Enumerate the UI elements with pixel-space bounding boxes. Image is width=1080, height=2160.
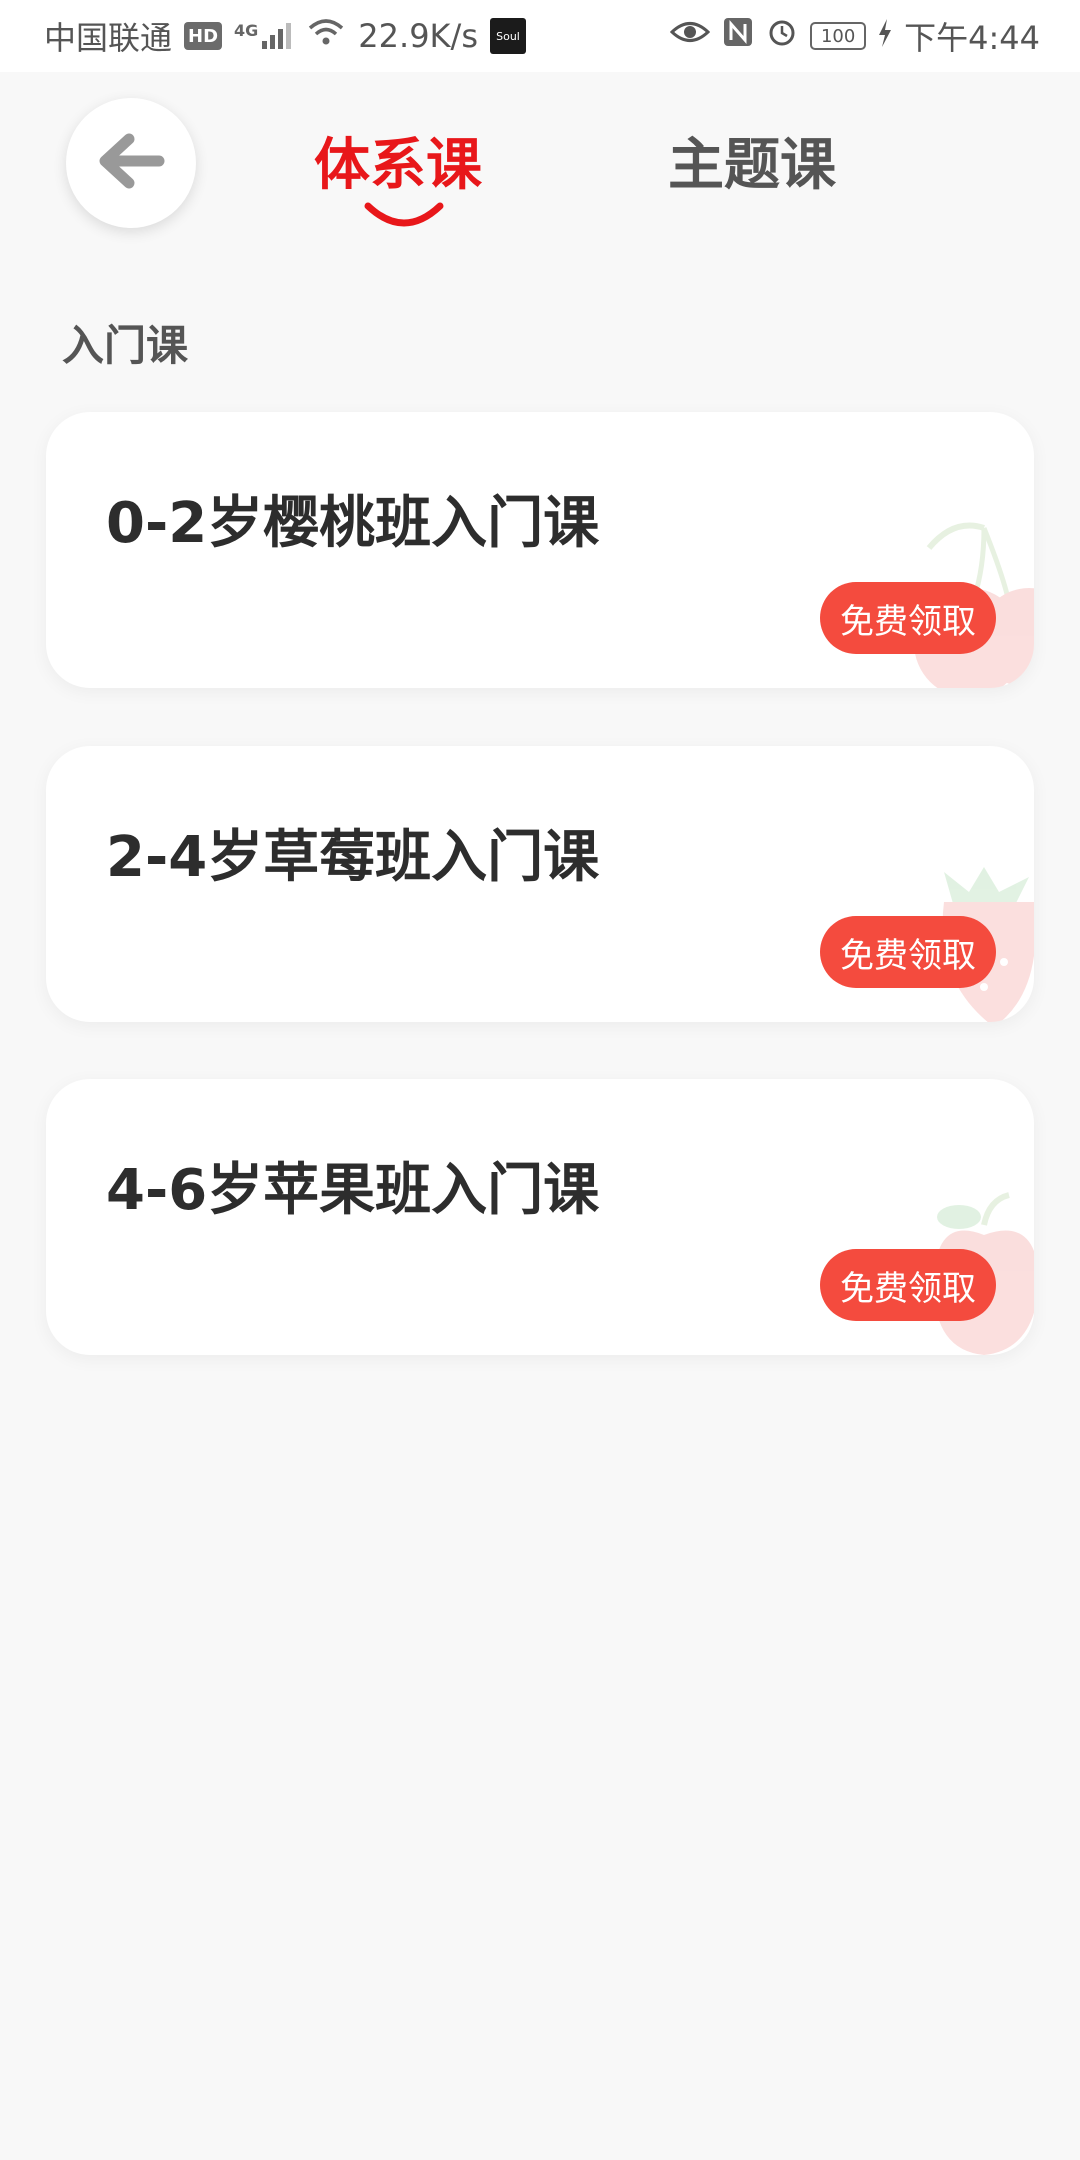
tab-active-indicator <box>364 202 444 227</box>
arrow-left-icon <box>95 131 167 195</box>
claim-free-button[interactable]: 免费领取 <box>820 1249 996 1321</box>
alarm-icon <box>766 16 798 56</box>
course-title: 2-4岁草莓班入门课 <box>106 825 600 890</box>
status-bar-left: 中国联通 HD 4G 22.9K/s Soul <box>44 13 526 59</box>
tab-theme-course[interactable]: 主题课 <box>668 120 836 201</box>
course-card-cherry[interactable]: 0-2岁樱桃班入门课 免费领取 <box>46 412 1034 688</box>
network-type: 4G <box>234 21 259 40</box>
battery-icon: 100 <box>810 22 867 50</box>
course-card-apple[interactable]: 4-6岁苹果班入门课 免费领取 <box>46 1079 1034 1355</box>
back-button[interactable] <box>66 98 196 228</box>
clock-time: 下午4:44 <box>904 19 1040 57</box>
status-bar: 中国联通 HD 4G 22.9K/s Soul 100 下午4:44 <box>0 0 1080 72</box>
carrier-name: 中国联通 <box>44 19 173 57</box>
section-title: 入门课 <box>62 321 189 370</box>
network-speed: 22.9K/s <box>358 17 478 55</box>
soul-app-icon: Soul <box>489 18 526 54</box>
hd-badge: HD <box>184 22 223 50</box>
course-title: 4-6岁苹果班入门课 <box>106 1158 600 1223</box>
eye-icon <box>669 17 711 55</box>
course-title: 0-2岁樱桃班入门课 <box>106 491 600 556</box>
course-card-strawberry[interactable]: 2-4岁草莓班入门课 免费领取 <box>46 746 1034 1022</box>
nfc-icon <box>722 16 754 56</box>
charging-icon <box>878 17 892 55</box>
tab-system-course[interactable]: 体系课 <box>314 120 482 201</box>
top-header: 体系课 主题课 <box>0 72 1080 272</box>
claim-free-button[interactable]: 免费领取 <box>820 582 996 654</box>
wifi-icon <box>306 16 346 56</box>
status-bar-right: 100 下午4:44 <box>669 13 1040 59</box>
claim-free-button[interactable]: 免费领取 <box>820 916 996 988</box>
signal-icon: 4G <box>234 21 294 51</box>
